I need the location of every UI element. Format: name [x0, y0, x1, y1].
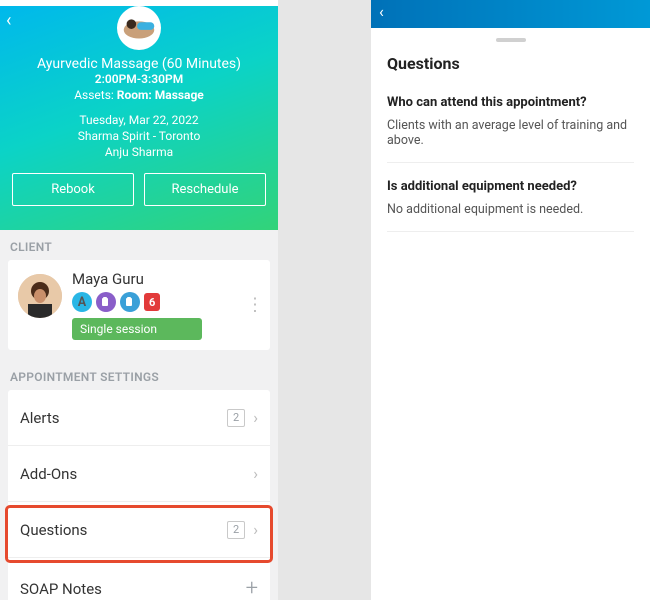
appointment-detail-screen: ‹ Ayurvedic Massage (60 Minutes) 2:00PM-… — [0, 0, 278, 600]
assets-value: Room: Massage — [117, 88, 204, 102]
rebook-button[interactable]: Rebook — [12, 173, 134, 206]
answer-text: Clients with an average level of trainin… — [387, 118, 634, 148]
qa-item: Is additional equipment needed? No addit… — [387, 179, 634, 232]
client-badges: A 6 — [72, 292, 260, 312]
row-addons-label: Add-Ons — [20, 465, 77, 483]
settings-section-label: APPOINTMENT SETTINGS — [0, 360, 278, 390]
row-soap[interactable]: SOAP Notes + — [8, 558, 270, 600]
reschedule-button[interactable]: Reschedule — [144, 173, 266, 206]
row-alerts-count: 2 — [227, 409, 245, 427]
back-icon[interactable]: ‹ — [379, 2, 384, 21]
row-soap-label: SOAP Notes — [20, 580, 102, 598]
row-questions-count: 2 — [227, 521, 245, 539]
assets-label: Assets: — [74, 88, 114, 102]
appointment-meta: Tuesday, Mar 22, 2022 Sharma Spirit - To… — [0, 112, 278, 161]
row-questions[interactable]: Questions 2 › — [8, 502, 270, 558]
appointment-location: Sharma Spirit - Toronto — [0, 128, 278, 144]
row-questions-label: Questions — [20, 521, 87, 539]
row-addons[interactable]: Add-Ons › — [8, 446, 270, 502]
row-alerts[interactable]: Alerts 2 › — [8, 390, 270, 446]
screenshot-gap — [278, 0, 371, 600]
kebab-icon[interactable]: ⋮ — [246, 301, 264, 310]
client-name: Maya Guru — [72, 270, 260, 288]
chevron-right-icon: › — [253, 520, 258, 539]
question-text: Is additional equipment needed? — [387, 179, 634, 194]
qa-item: Who can attend this appointment? Clients… — [387, 95, 634, 163]
badge-form2-icon — [120, 292, 140, 312]
settings-list: Alerts 2 › Add-Ons › Questions 2 › — [8, 390, 270, 600]
question-text: Who can attend this appointment? — [387, 95, 634, 110]
plus-icon[interactable]: + — [246, 576, 258, 600]
badge-alert-count: 6 — [144, 293, 160, 311]
back-icon[interactable]: ‹ — [6, 10, 11, 31]
chevron-right-icon: › — [253, 408, 258, 427]
appointment-assets: Assets: Room: Massage — [0, 88, 278, 102]
appointment-date: Tuesday, Mar 22, 2022 — [0, 112, 278, 128]
badge-form-icon — [96, 292, 116, 312]
questions-sheet: Questions Who can attend this appointmen… — [371, 24, 650, 600]
appointment-staff: Anju Sharma — [0, 144, 278, 160]
badge-account: A — [72, 292, 92, 312]
sheet-title: Questions — [387, 54, 634, 73]
questions-sheet-screen: ‹ Questions Who can attend this appointm… — [371, 0, 650, 600]
service-avatar — [117, 6, 161, 50]
client-card[interactable]: Maya Guru A 6 Single session — [8, 260, 270, 350]
session-type-pill: Single session — [72, 318, 202, 340]
answer-text: No additional equipment is needed. — [387, 202, 634, 217]
appointment-hero: ‹ Ayurvedic Massage (60 Minutes) 2:00PM-… — [0, 6, 278, 230]
appointment-title: Ayurvedic Massage (60 Minutes) — [0, 56, 278, 72]
row-alerts-label: Alerts — [20, 409, 60, 427]
appointment-time: 2:00PM-3:30PM — [0, 72, 278, 86]
client-section-label: CLIENT — [0, 230, 278, 260]
client-avatar — [18, 274, 62, 318]
chevron-right-icon: › — [253, 464, 258, 483]
sheet-handle[interactable] — [496, 38, 526, 42]
topbar: ‹ — [371, 0, 650, 28]
